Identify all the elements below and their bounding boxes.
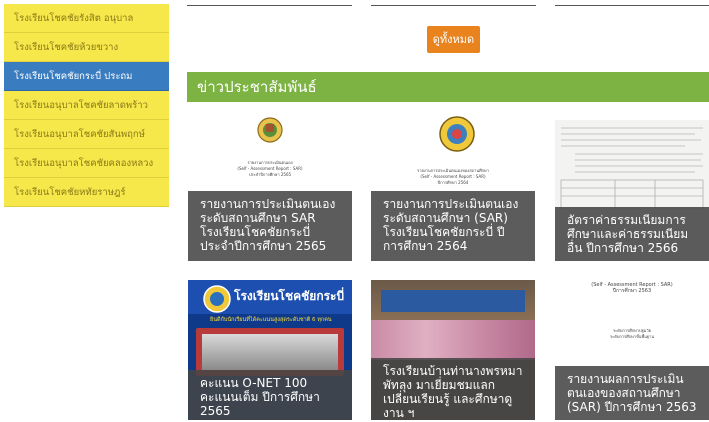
news-card-title: อัตราค่าธรรมเนียมการศึกษาและค่าธรรมเนียม…	[555, 207, 709, 261]
news-card-title: รายงานการประเมินตนเอง ระดับสถานศึกษา SAR…	[188, 191, 352, 261]
sidebar-item-chokchai-krabi[interactable]: โรงเรียนโชคชัยกระบี่ ประถม	[4, 62, 169, 91]
news-card[interactable]: (Self - Assessment Report : SAR) ปีการศึ…	[555, 280, 709, 420]
news-card[interactable]: โรงเรียนโชคชัยกระบี่ ยินดีกับนักเรียนที่…	[188, 280, 352, 420]
news-card-title: รายงานผลการประเมินตนเองของสถานศึกษา (SAR…	[555, 366, 709, 420]
poster-subtitle: ยินดีกับนักเรียนที่ได้คะแนนสูงสุดระดับชา…	[210, 317, 332, 323]
divider	[187, 5, 352, 6]
doc-text: ปีการศึกษา 2564	[437, 180, 469, 185]
doc-text: ประจำปีการศึกษา 2565	[248, 172, 292, 177]
news-card[interactable]: อัตราค่าธรรมเนียมการศึกษาและค่าธรรมเนียม…	[555, 120, 709, 261]
poster-title: โรงเรียนโชคชัยกระบี่	[234, 289, 345, 303]
sidebar-item-chokchai-ladprao[interactable]: โรงเรียนอนุบาลโชคชัยลาดพร้าว	[4, 91, 169, 120]
news-card-title: โรงเรียนบ้านท่านางพรหมา พัทลุง มาเยี่ยมช…	[371, 358, 535, 420]
news-card[interactable]: รายงานการประเมินตนเองของสถานศึกษา (Self …	[371, 116, 535, 261]
sidebar-item-chokchai-sanpruk[interactable]: โรงเรียนอนุบาลโชคชัยสันพฤกษ์	[4, 120, 169, 149]
news-section-heading: ข่าวประชาสัมพันธ์	[187, 72, 709, 102]
sidebar-item-chokchai-klongluang[interactable]: โรงเรียนอนุบาลโชคชัยคลองหลวง	[4, 149, 169, 178]
news-card[interactable]: รายงานการประเมินตนเอง (Self - Assessment…	[188, 116, 352, 261]
view-all-button[interactable]: ดูทั้งหมด	[427, 26, 480, 53]
divider	[371, 5, 536, 6]
news-card-title: คะแนน O-NET 100 คะแนนเต็ม ปีการศึกษา 256…	[188, 370, 352, 420]
school-emblem-icon	[203, 285, 231, 313]
doc-text: ระดับการศึกษาขั้นพื้นฐาน	[609, 334, 655, 339]
news-card-title: รายงานการประเมินตนเอง ระดับสถานศึกษา (SA…	[371, 191, 535, 261]
sidebar-item-chokchai-hathairat[interactable]: โรงเรียนโชคชัยหทัยราษฎร์	[4, 178, 169, 207]
divider	[555, 5, 709, 6]
sidebar-menu: โรงเรียนโชคชัยรังสิต อนุบาล โรงเรียนโชคช…	[4, 4, 169, 207]
doc-text: ปีการศึกษา 2563	[612, 288, 652, 294]
sidebar-item-chokchai-huaykwang[interactable]: โรงเรียนโชคชัยห้วยขวาง	[4, 33, 169, 62]
news-card[interactable]: โรงเรียนบ้านท่านางพรหมา พัทลุง มาเยี่ยมช…	[371, 280, 535, 420]
sidebar-item-chokchai-rangsit[interactable]: โรงเรียนโชคชัยรังสิต อนุบาล	[4, 4, 169, 33]
